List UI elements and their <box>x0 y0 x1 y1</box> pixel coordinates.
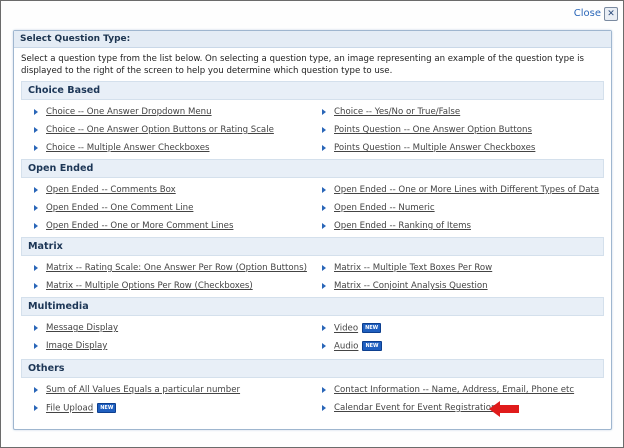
item-open-comments-box[interactable]: Open Ended -- Comments Box <box>34 185 176 195</box>
section-open-ended: Open Ended <box>21 159 604 178</box>
close-link[interactable]: Close <box>574 8 601 19</box>
bullet-arrow-icon <box>34 205 38 211</box>
dialog-frame: Close ✕ Select Question Type: Select a q… <box>0 0 624 448</box>
section-title: Multimedia <box>21 297 604 316</box>
new-badge: NEW <box>362 323 382 333</box>
new-badge: NEW <box>362 341 382 351</box>
bullet-arrow-icon <box>322 265 326 271</box>
bullet-arrow-icon <box>322 283 326 289</box>
bullet-arrow-icon <box>322 205 326 211</box>
bullet-arrow-icon <box>322 325 326 331</box>
item-choice-yes-no[interactable]: Choice -- Yes/No or True/False <box>322 107 460 117</box>
item-matrix-multiple-options[interactable]: Matrix -- Multiple Options Per Row (Chec… <box>34 281 253 291</box>
item-open-more-comment-lines[interactable]: Open Ended -- One or More Comment Lines <box>34 221 233 231</box>
bullet-arrow-icon <box>322 127 326 133</box>
bullet-arrow-icon <box>322 187 326 193</box>
bullet-arrow-icon <box>322 109 326 115</box>
bullet-arrow-icon <box>34 145 38 151</box>
item-file-upload[interactable]: File Upload NEW <box>34 403 117 414</box>
panel-title: Select Question Type: <box>14 31 611 48</box>
item-open-ranking[interactable]: Open Ended -- Ranking of Items <box>322 221 471 231</box>
item-contact-information[interactable]: Contact Information -- Name, Address, Em… <box>322 385 574 395</box>
section-title: Choice Based <box>21 81 604 100</box>
item-open-different-data[interactable]: Open Ended -- One or More Lines with Dif… <box>322 185 599 195</box>
item-points-multiple-answer[interactable]: Points Question -- Multiple Answer Check… <box>322 143 535 153</box>
bullet-arrow-icon <box>34 343 38 349</box>
section-matrix: Matrix <box>21 237 604 256</box>
item-choice-dropdown[interactable]: Choice -- One Answer Dropdown Menu <box>34 107 212 117</box>
new-badge: NEW <box>97 403 117 413</box>
bullet-arrow-icon <box>322 387 326 393</box>
item-message-display[interactable]: Message Display <box>34 323 118 333</box>
close-icon[interactable]: ✕ <box>604 7 618 21</box>
item-matrix-conjoint[interactable]: Matrix -- Conjoint Analysis Question <box>322 281 488 291</box>
bullet-arrow-icon <box>34 265 38 271</box>
item-open-one-comment-line[interactable]: Open Ended -- One Comment Line <box>34 203 193 213</box>
item-choice-multiple-checkboxes[interactable]: Choice -- Multiple Answer Checkboxes <box>34 143 210 153</box>
section-title: Others <box>21 359 604 378</box>
item-audio[interactable]: Audio NEW <box>322 341 382 352</box>
bullet-arrow-icon <box>34 187 38 193</box>
bullet-arrow-icon <box>322 405 326 411</box>
item-sum-of-values[interactable]: Sum of All Values Equals a particular nu… <box>34 385 240 395</box>
bullet-arrow-icon <box>34 325 38 331</box>
section-title: Open Ended <box>21 159 604 178</box>
bullet-arrow-icon <box>322 223 326 229</box>
bullet-arrow-icon <box>322 343 326 349</box>
item-matrix-rating-scale[interactable]: Matrix -- Rating Scale: One Answer Per R… <box>34 263 307 273</box>
bullet-arrow-icon <box>34 405 38 411</box>
section-others: Others <box>21 359 604 378</box>
bullet-arrow-icon <box>322 145 326 151</box>
section-choice-based: Choice Based <box>21 81 604 100</box>
question-type-panel: Select Question Type: Select a question … <box>13 30 612 430</box>
item-image-display[interactable]: Image Display <box>34 341 107 351</box>
bullet-arrow-icon <box>34 283 38 289</box>
section-title: Matrix <box>21 237 604 256</box>
item-calendar-event[interactable]: Calendar Event for Event Registration <box>322 403 496 413</box>
item-points-one-answer[interactable]: Points Question -- One Answer Option But… <box>322 125 532 135</box>
bullet-arrow-icon <box>34 387 38 393</box>
item-open-numeric[interactable]: Open Ended -- Numeric <box>322 203 435 213</box>
item-choice-option-buttons[interactable]: Choice -- One Answer Option Buttons or R… <box>34 125 274 135</box>
section-multimedia: Multimedia <box>21 297 604 316</box>
bullet-arrow-icon <box>34 109 38 115</box>
red-arrow-icon <box>489 401 519 417</box>
bullet-arrow-icon <box>34 223 38 229</box>
bullet-arrow-icon <box>34 127 38 133</box>
item-matrix-text-boxes[interactable]: Matrix -- Multiple Text Boxes Per Row <box>322 263 492 273</box>
item-video[interactable]: Video NEW <box>322 323 382 334</box>
intro-text: Select a question type from the list bel… <box>21 54 584 76</box>
